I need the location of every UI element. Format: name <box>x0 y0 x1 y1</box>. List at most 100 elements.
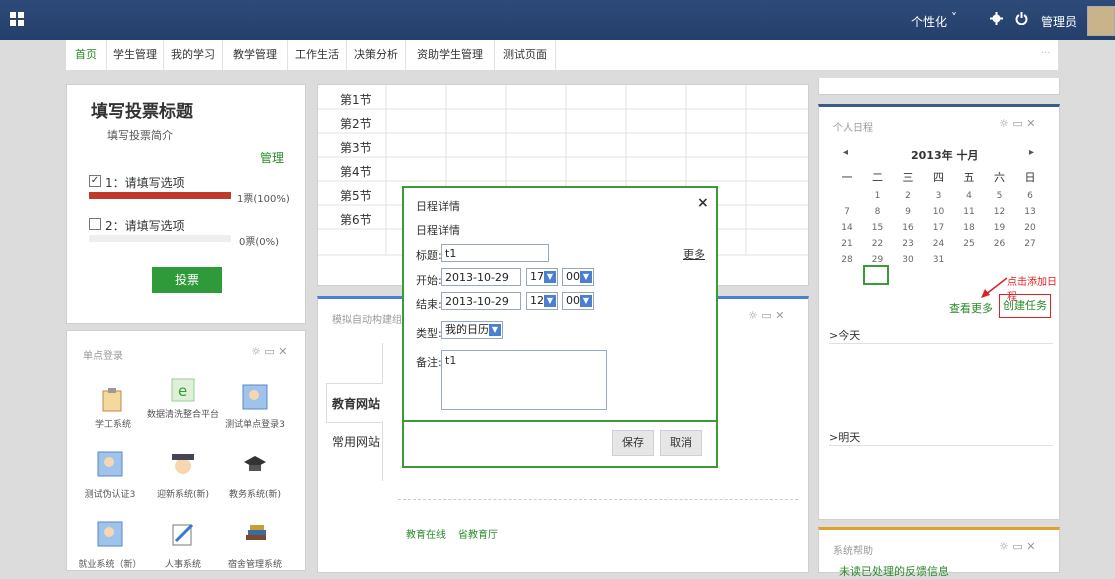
gear-icon[interactable] <box>990 12 1003 29</box>
calendar-day[interactable]: 4 <box>954 191 984 201</box>
nav-item-work-life[interactable]: 工作生活 <box>288 40 347 70</box>
save-button[interactable]: 保存 <box>612 430 654 456</box>
user-search-icon[interactable] <box>97 521 123 547</box>
pen-paper-icon[interactable] <box>170 521 196 547</box>
link-edu-online[interactable]: 教育在线 <box>406 526 446 541</box>
start-hour-select[interactable]: 17 ▼ <box>526 268 558 286</box>
title-input[interactable]: t1 <box>441 244 549 262</box>
app-label[interactable]: 就业系统（新） <box>70 557 150 570</box>
calendar-day[interactable]: 15 <box>863 223 893 233</box>
calendar-day[interactable]: 6 <box>1015 191 1045 201</box>
system-feedback-text[interactable]: 未读已处理的反馈信息 <box>839 563 949 579</box>
panel-controls-icon[interactable]: ☼ ▭ ✕ <box>999 117 1035 130</box>
user-search-icon[interactable] <box>97 451 123 477</box>
panel-controls-icon[interactable]: ☼ ▭ ✕ <box>748 309 784 322</box>
start-min-select[interactable]: 00 ▼ <box>562 268 594 286</box>
calendar-day[interactable]: 20 <box>1015 223 1045 233</box>
grid-icon[interactable] <box>10 12 24 26</box>
calendar-day[interactable]: 18 <box>954 223 984 233</box>
create-task-button[interactable]: 创建任务 <box>999 294 1051 318</box>
calendar-day[interactable]: 10 <box>924 207 954 217</box>
panel-controls-icon[interactable]: ☼ ▭ ✕ <box>999 540 1035 553</box>
calendar-day[interactable]: 12 <box>985 207 1015 217</box>
start-date-input[interactable]: 2013-10-29 <box>441 268 521 286</box>
divider <box>829 343 1053 344</box>
app-label[interactable]: 迎新系统(新) <box>143 487 223 500</box>
clipboard-icon[interactable] <box>100 388 124 412</box>
calendar-day[interactable]: 29 <box>863 255 893 265</box>
prev-month-icon[interactable]: ◂ <box>843 147 848 158</box>
weekday-header: 三 <box>902 171 914 184</box>
app-label[interactable]: 数据清洗整合平台 <box>143 407 223 420</box>
app-label[interactable]: 宿舍管理系统 <box>215 557 295 570</box>
calendar-day[interactable]: 16 <box>893 223 923 233</box>
app-label[interactable]: 教务系统(新) <box>215 487 295 500</box>
vote-button[interactable]: 投票 <box>152 267 222 293</box>
calendar-day[interactable]: 24 <box>924 239 954 249</box>
next-month-icon[interactable]: ▸ <box>1029 147 1034 158</box>
app-label[interactable]: 测试单点登录3 <box>215 417 295 430</box>
calendar-day[interactable]: 8 <box>863 207 893 217</box>
calendar-day[interactable]: 5 <box>985 191 1015 201</box>
admin-user-label[interactable]: 管理员 <box>1041 13 1077 30</box>
nav-item-my-study[interactable]: 我的学习 <box>164 40 223 70</box>
avatar[interactable] <box>1087 6 1115 36</box>
cancel-button[interactable]: 取消 <box>660 430 702 456</box>
power-icon[interactable] <box>1015 12 1028 29</box>
link-province-edu[interactable]: 省教育厅 <box>458 526 498 541</box>
calendar-day[interactable]: 31 <box>924 255 954 265</box>
calendar-day[interactable]: 13 <box>1015 207 1045 217</box>
end-min-select[interactable]: 00 ▼ <box>562 292 594 310</box>
nav-item-aid-mgmt[interactable]: 资助学生管理 <box>406 40 495 70</box>
calendar-day[interactable]: 14 <box>832 223 862 233</box>
note-textarea[interactable]: t1 <box>441 350 607 410</box>
calendar-day[interactable]: 22 <box>863 239 893 249</box>
calendar-day[interactable]: 2 <box>893 191 923 201</box>
manage-link[interactable]: 管理 <box>260 149 284 166</box>
nav-item-student-mgmt[interactable]: 学生管理 <box>107 40 164 70</box>
nav-item-home[interactable]: 首页 <box>66 40 107 70</box>
app-label[interactable]: 测试伪认证3 <box>70 487 150 500</box>
browser-e-icon[interactable]: e <box>171 378 195 402</box>
end-hour-select[interactable]: 12 ▼ <box>526 292 558 310</box>
calendar-day[interactable]: 3 <box>924 191 954 201</box>
option1-checkbox[interactable]: ✓ <box>89 175 101 187</box>
panel-controls-icon[interactable]: ☼ ▭ ✕ <box>251 345 287 358</box>
app-label[interactable]: 人事系统 <box>143 557 223 570</box>
personalize-menu[interactable]: 个性化 <box>911 13 947 30</box>
calendar-day[interactable]: 26 <box>985 239 1015 249</box>
option2-checkbox[interactable] <box>89 218 101 230</box>
end-date-input[interactable]: 2013-10-29 <box>441 292 521 310</box>
calendar-day[interactable]: 1 <box>863 191 893 201</box>
calendar-day[interactable]: 21 <box>832 239 862 249</box>
period-2: 第2节 <box>340 117 372 131</box>
calendar-day[interactable]: 23 <box>893 239 923 249</box>
app-label[interactable]: 学工系统 <box>73 417 153 430</box>
view-more-link[interactable]: 查看更多 <box>949 300 993 316</box>
calendar-day[interactable]: 11 <box>954 207 984 217</box>
close-icon[interactable]: × <box>697 195 709 211</box>
nav-item-teaching-mgmt[interactable]: 教学管理 <box>223 40 288 70</box>
calendar-day[interactable]: 25 <box>954 239 984 249</box>
calendar-month: 2013年 十月 <box>911 149 979 162</box>
mortarboard-icon[interactable] <box>243 453 267 477</box>
calendar-day[interactable]: 30 <box>893 255 923 265</box>
tab-edu[interactable]: 教育网站 <box>332 395 380 412</box>
more-link[interactable]: 更多 <box>683 246 705 262</box>
weekday-header: 五 <box>963 171 975 184</box>
user-search-icon[interactable] <box>242 384 268 410</box>
nav-item-test-page[interactable]: 测试页面 <box>495 40 556 70</box>
calendar-day[interactable]: 27 <box>1015 239 1045 249</box>
calendar-day[interactable]: 7 <box>832 207 862 217</box>
chevron-down-icon[interactable]: ˅ <box>951 11 957 25</box>
graduate-icon[interactable] <box>170 451 196 477</box>
nav-item-decision[interactable]: 决策分析 <box>347 40 406 70</box>
calendar-day[interactable]: 28 <box>832 255 862 265</box>
books-icon[interactable] <box>243 521 269 547</box>
type-select[interactable]: 我的日历 ▼ <box>441 321 503 339</box>
nav-more-icon[interactable]: ··· <box>1041 48 1051 59</box>
calendar-day[interactable]: 19 <box>985 223 1015 233</box>
tab-common[interactable]: 常用网站 <box>332 433 380 450</box>
calendar-day[interactable]: 17 <box>924 223 954 233</box>
calendar-day[interactable]: 9 <box>893 207 923 217</box>
